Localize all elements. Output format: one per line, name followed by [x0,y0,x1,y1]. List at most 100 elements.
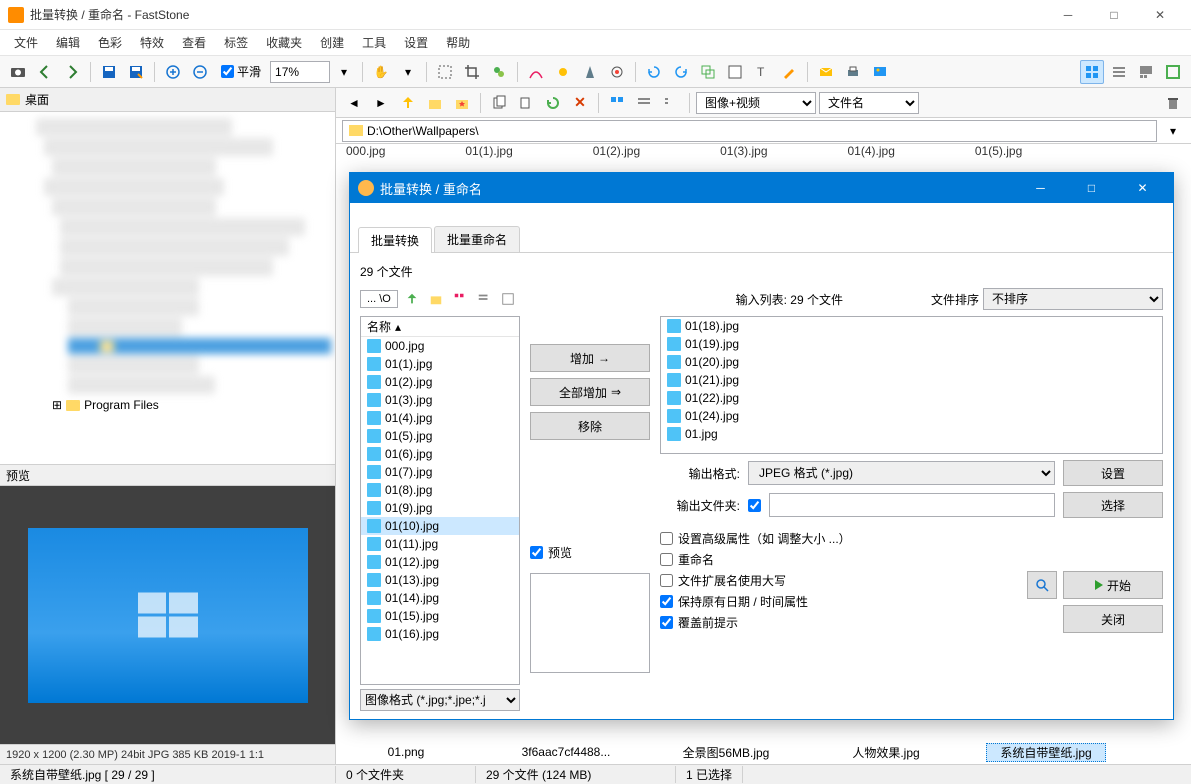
thumb-label[interactable]: 全景图56MB.jpg [666,744,786,761]
tree-item-program-files[interactable]: ⊞Program Files [4,396,331,414]
overwrite-checkbox[interactable]: 覆盖前提示 [660,612,933,633]
list-item[interactable]: 01(2).jpg [361,373,519,391]
sort-select[interactable]: 文件名 [819,92,919,114]
copy-icon[interactable] [487,91,511,115]
path-dropdown-icon[interactable]: ▾ [1161,119,1185,143]
canvas-icon[interactable] [723,60,747,84]
folder-tree[interactable]: ⊞Program Files [0,112,335,464]
forward-icon[interactable] [60,60,84,84]
hand-dropdown-icon[interactable]: ▾ [396,60,420,84]
list-item[interactable]: 01(6).jpg [361,445,519,463]
maximize-button[interactable]: □ [1091,0,1137,30]
preview-panel[interactable] [0,486,335,744]
minimize-button[interactable]: ─ [1045,0,1091,30]
hand-icon[interactable]: ✋ [369,60,393,84]
back-icon[interactable] [33,60,57,84]
list-item[interactable]: 01(13).jpg [361,571,519,589]
nav-up-icon[interactable] [396,91,420,115]
view-list2-icon[interactable] [474,289,494,309]
menu-create[interactable]: 创建 [312,31,352,54]
view-filmstrip-icon[interactable] [1134,60,1158,84]
thumb-label[interactable]: 人物效果.jpg [826,744,946,761]
menu-edit[interactable]: 编辑 [48,31,88,54]
wallpaper-icon[interactable] [868,60,892,84]
menu-help[interactable]: 帮助 [438,31,478,54]
fullscreen-icon[interactable] [1161,60,1185,84]
draw-icon[interactable] [777,60,801,84]
list-item[interactable]: 01(8).jpg [361,481,519,499]
remove-button[interactable]: 移除 [530,412,650,440]
list-item[interactable]: 01(15).jpg [361,607,519,625]
list-item[interactable]: 01(21).jpg [661,371,1162,389]
browse-button[interactable]: 选择 [1063,492,1163,518]
type-filter-select[interactable]: 图像+视频 [696,92,816,114]
zoom-dropdown-icon[interactable]: ▾ [332,60,356,84]
add-all-button[interactable]: 全部增加 ⇒ [530,378,650,406]
save-as-icon[interactable] [124,60,148,84]
refresh-icon[interactable] [541,91,565,115]
home-folder-icon[interactable] [426,289,446,309]
thumb-label[interactable]: 01.png [346,745,466,759]
uppercase-checkbox[interactable]: 文件扩展名使用大写 [660,570,933,591]
view3-icon[interactable] [659,91,683,115]
view-detail-icon[interactable] [498,289,518,309]
preview-checkbox[interactable]: 预览 [530,542,650,563]
format-settings-button[interactable]: 设置 [1063,460,1163,486]
dialog-maximize-button[interactable]: □ [1069,174,1114,202]
redeye-icon[interactable] [605,60,629,84]
menu-favorites[interactable]: 收藏夹 [258,31,310,54]
view1-icon[interactable] [605,91,629,115]
rotate-left-icon[interactable] [642,60,666,84]
sort-order-select[interactable]: 不排序 [983,288,1163,310]
list-item[interactable]: 01(11).jpg [361,535,519,553]
path-input[interactable]: D:\Other\Wallpapers\ [342,120,1157,142]
list-item[interactable]: 01(16).jpg [361,625,519,643]
list-item[interactable]: 000.jpg [361,337,519,355]
menu-tools[interactable]: 工具 [354,31,394,54]
list-item[interactable]: 01(5).jpg [361,427,519,445]
menu-settings[interactable]: 设置 [396,31,436,54]
start-button[interactable]: 开始 [1063,571,1163,599]
crop-icon[interactable] [460,60,484,84]
keep-date-checkbox[interactable]: 保持原有日期 / 时间属性 [660,591,933,612]
view-thumbnails-icon[interactable] [1080,60,1104,84]
list-item[interactable]: 01(12).jpg [361,553,519,571]
nav-back-icon[interactable]: ◄ [342,91,366,115]
view-thumbs-icon[interactable] [450,289,470,309]
clone-icon[interactable] [487,60,511,84]
breadcrumb[interactable]: ... \O [360,290,398,308]
list-item[interactable]: 01(19).jpg [661,335,1162,353]
zoom-in-icon[interactable] [161,60,185,84]
colorcurve-icon[interactable] [524,60,548,84]
list-item[interactable]: 01.jpg [661,425,1162,443]
thumb-label-selected[interactable]: 系统自带壁纸.jpg [986,743,1106,762]
list-item[interactable]: 01(1).jpg [361,355,519,373]
output-format-select[interactable]: JPEG 格式 (*.jpg) [748,461,1055,485]
camera-icon[interactable] [6,60,30,84]
list-item[interactable]: 01(10).jpg [361,517,519,535]
output-folder-checkbox[interactable] [748,499,761,512]
list-header-name[interactable]: 名称 ▴ [361,317,519,337]
trash-icon[interactable] [1161,91,1185,115]
zoom-input[interactable] [270,61,330,83]
list-item[interactable]: 01(3).jpg [361,391,519,409]
close-button[interactable]: ✕ [1137,0,1183,30]
brightness-icon[interactable] [551,60,575,84]
select-icon[interactable] [433,60,457,84]
list-item[interactable]: 01(20).jpg [661,353,1162,371]
resize-icon[interactable] [696,60,720,84]
source-file-list[interactable]: 名称 ▴ 000.jpg01(1).jpg01(2).jpg01(3).jpg0… [360,316,520,685]
advanced-checkbox[interactable]: 设置高级属性（如 调整大小 ...） [660,528,933,549]
delete-icon[interactable]: ✕ [568,91,592,115]
format-filter-select[interactable]: 图像格式 (*.jpg;*.jpe;*.j [360,689,520,711]
nav-fwd-icon[interactable]: ► [369,91,393,115]
menu-file[interactable]: 文件 [6,31,46,54]
output-folder-input[interactable] [769,493,1055,517]
email-icon[interactable] [814,60,838,84]
up-folder-icon[interactable] [402,289,422,309]
list-item[interactable]: 01(7).jpg [361,463,519,481]
input-file-list[interactable]: 01(18).jpg01(19).jpg01(20).jpg01(21).jpg… [660,316,1163,454]
list-item[interactable]: 01(9).jpg [361,499,519,517]
dialog-minimize-button[interactable]: ─ [1018,174,1063,202]
list-item[interactable]: 01(4).jpg [361,409,519,427]
